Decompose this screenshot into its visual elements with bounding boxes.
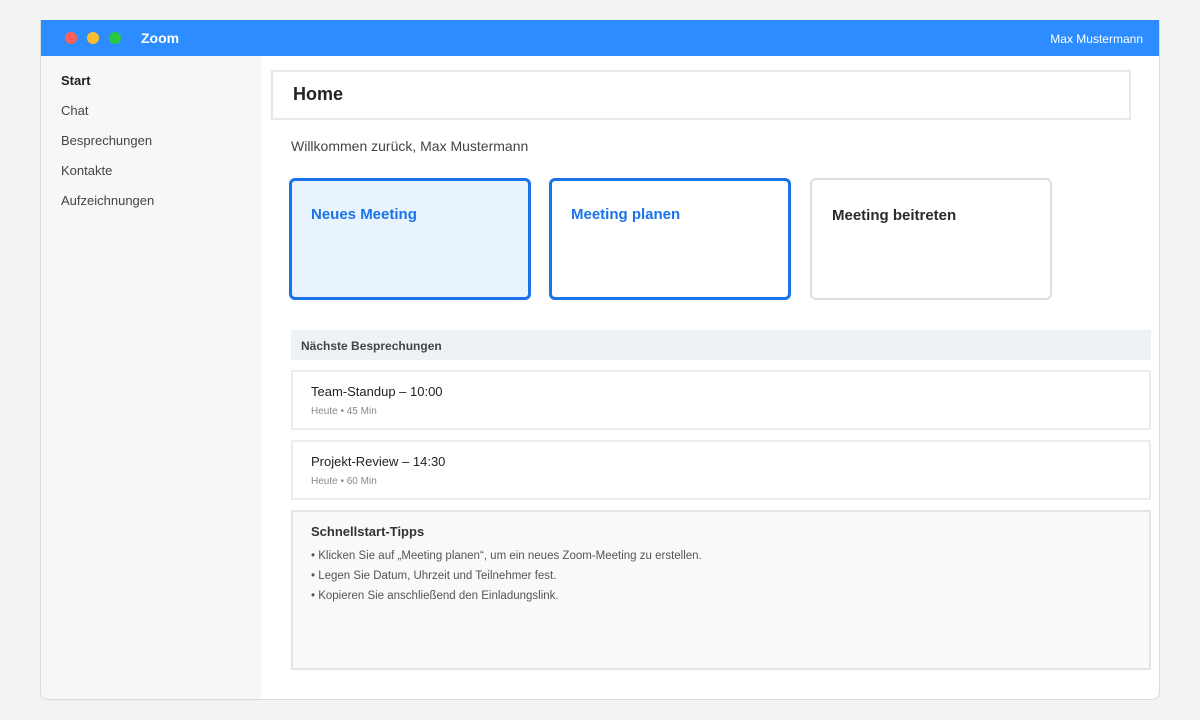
sidebar-item-chat[interactable]: Chat (61, 103, 88, 118)
sidebar-item-besprechungen[interactable]: Besprechungen (61, 133, 152, 148)
meeting-list-item[interactable]: Projekt-Review – 14:30 Heute • 60 Min (291, 440, 1151, 500)
sidebar-item-kontakte[interactable]: Kontakte (61, 163, 112, 178)
plan-meeting-button[interactable]: Meeting planen (549, 178, 791, 300)
tips-title: Schnellstart-Tipps (311, 524, 425, 539)
page-header: Home (271, 70, 1131, 120)
page-title: Home (293, 84, 344, 104)
meeting-meta: Heute • 45 Min (311, 406, 377, 417)
meeting-title: Team-Standup – 10:00 (311, 384, 443, 399)
main-content: Home Willkommen zurück, Max Mustermann N… (261, 56, 1159, 699)
app-title: Zoom (141, 30, 180, 46)
maximize-window-button[interactable] (109, 32, 121, 44)
meeting-list-item[interactable]: Team-Standup – 10:00 Heute • 45 Min (291, 370, 1151, 430)
minimize-window-button[interactable] (87, 32, 99, 44)
tip-item: • Kopieren Sie anschließend den Einladun… (311, 590, 559, 602)
title-bar: Zoom Max Mustermann (41, 20, 1159, 56)
upcoming-meetings-header: Nächste Besprechungen (291, 330, 1151, 360)
quickstart-tips-panel: Schnellstart-Tipps • Klicken Sie auf „Me… (291, 510, 1151, 670)
tip-item: • Klicken Sie auf „Meeting planen“, um e… (311, 550, 702, 562)
user-name[interactable]: Max Mustermann (1050, 32, 1143, 46)
meeting-title: Projekt-Review – 14:30 (311, 454, 446, 469)
welcome-text: Willkommen zurück, Max Mustermann (291, 138, 529, 154)
sidebar-item-start[interactable]: Start (61, 73, 91, 88)
new-meeting-button[interactable]: Neues Meeting (289, 178, 531, 300)
close-window-button[interactable] (65, 32, 77, 44)
plan-meeting-label: Meeting planen (571, 206, 681, 223)
meeting-meta: Heute • 60 Min (311, 476, 377, 487)
tip-item: • Legen Sie Datum, Uhrzeit und Teilnehme… (311, 570, 557, 582)
join-meeting-button[interactable]: Meeting beitreten (810, 178, 1052, 300)
section-title: Nächste Besprechungen (301, 339, 442, 353)
sidebar-item-aufzeichnungen[interactable]: Aufzeichnungen (61, 193, 154, 208)
app-window: Zoom Max Mustermann Start Chat Besprechu… (40, 20, 1160, 700)
join-meeting-label: Meeting beitreten (832, 207, 957, 224)
sidebar: Start Chat Besprechungen Kontakte Aufzei… (41, 56, 261, 699)
new-meeting-label: Neues Meeting (311, 206, 417, 223)
